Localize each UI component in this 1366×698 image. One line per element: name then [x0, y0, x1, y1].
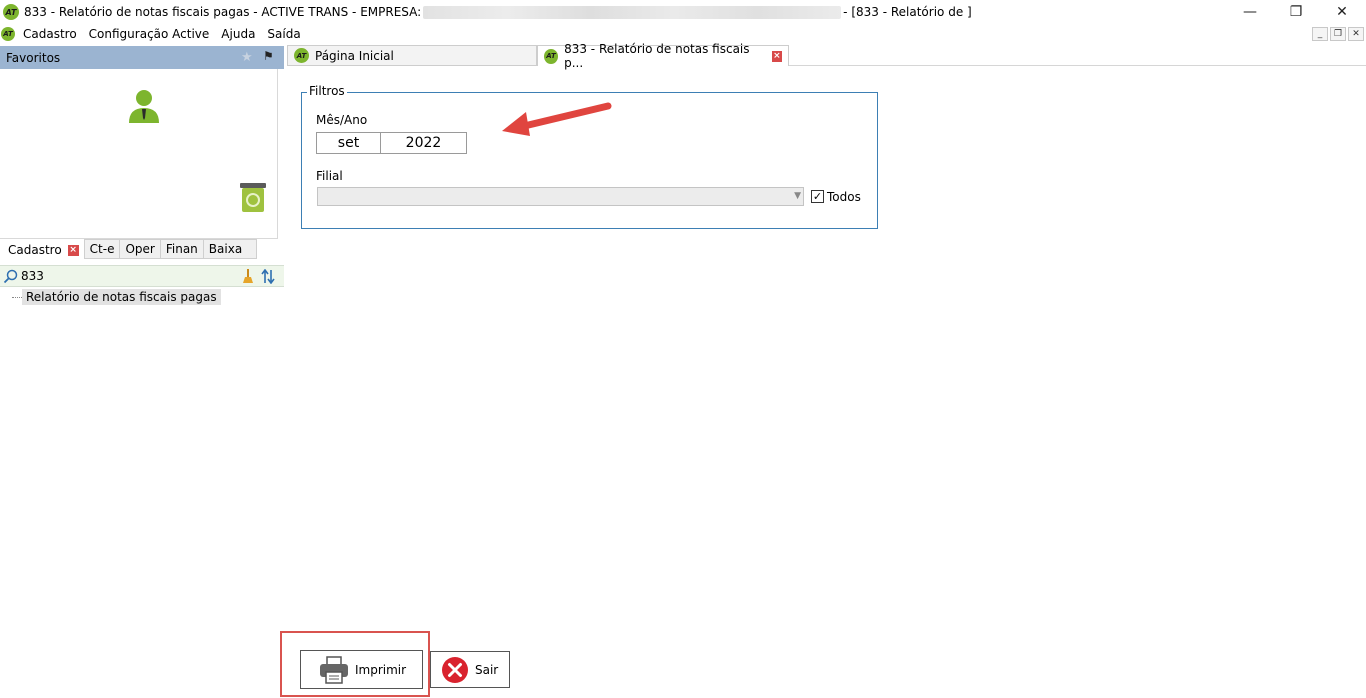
filial-select[interactable]: ▼: [317, 187, 804, 206]
chevron-down-icon[interactable]: ▼: [794, 191, 801, 201]
menu-saida[interactable]: Saída: [265, 27, 302, 41]
favorites-title: Favoritos: [6, 50, 61, 65]
tab-oper-label: Oper: [125, 242, 155, 256]
restore-button[interactable]: ❐: [1273, 0, 1319, 24]
todos-checkbox[interactable]: ✓: [811, 190, 824, 203]
tab-cadastro[interactable]: Cadastro ×: [0, 239, 84, 261]
filters-legend: Filtros: [307, 84, 347, 98]
broom-icon[interactable]: [241, 269, 255, 284]
tab-finan[interactable]: Finan: [160, 239, 204, 259]
month-field[interactable]: set: [316, 132, 381, 154]
exit-button-label: Sair: [475, 662, 499, 677]
menu-logo-icon: AT: [1, 27, 15, 41]
printer-icon: [320, 655, 348, 684]
search-icon: [3, 269, 18, 284]
tab-pagina-inicial[interactable]: AT Página Inicial: [287, 45, 537, 66]
tab-baixa[interactable]: Baixa: [203, 239, 258, 259]
close-tab-icon[interactable]: ×: [67, 244, 79, 256]
print-button[interactable]: Imprimir: [300, 650, 423, 689]
close-tab-icon[interactable]: ×: [771, 50, 782, 62]
title-bar: AT 833 - Relatório de notas fiscais paga…: [0, 0, 1366, 24]
tree-item-relatorio[interactable]: Relatório de notas fiscais pagas: [22, 289, 221, 305]
year-field[interactable]: 2022: [380, 132, 467, 154]
pin-icon[interactable]: ⚑: [263, 49, 274, 63]
close-circle-icon: [442, 656, 468, 683]
left-panel-tabs: Cadastro × Ct-e Oper Finan Baixa: [0, 239, 258, 261]
window-title: 833 - Relatório de notas fiscais pagas -…: [24, 5, 422, 19]
recycle-bin-icon[interactable]: [238, 181, 268, 213]
menu-ajuda[interactable]: Ajuda: [219, 27, 257, 41]
tree-connector: [12, 297, 22, 298]
filial-label: Filial: [316, 169, 343, 183]
redacted-company-name: [423, 5, 842, 19]
app-logo-icon: AT: [3, 4, 19, 20]
mdi-minimize-button[interactable]: _: [1312, 27, 1328, 41]
exit-button[interactable]: Sair: [430, 651, 510, 688]
annotation-arrow-icon: [502, 102, 612, 136]
menu-configuracao-active[interactable]: Configuração Active: [87, 27, 212, 41]
favorites-area: [0, 69, 278, 239]
tab-cte-label: Ct-e: [89, 242, 115, 256]
menu-cadastro[interactable]: Cadastro: [21, 27, 79, 41]
close-window-button[interactable]: ✕: [1319, 0, 1365, 24]
sort-icon[interactable]: [261, 269, 275, 284]
tab-relatorio[interactable]: AT 833 - Relatório de notas fiscais p...…: [537, 42, 789, 70]
mdi-close-button[interactable]: ✕: [1348, 27, 1364, 41]
mdi-restore-button[interactable]: ❐: [1330, 27, 1346, 41]
tab-relatorio-label: 833 - Relatório de notas fiscais p...: [564, 42, 750, 70]
tab-cte[interactable]: Ct-e: [83, 239, 121, 259]
menu-bar: AT Cadastro Configuração Active Ajuda Sa…: [0, 24, 1366, 44]
print-button-label: Imprimir: [355, 662, 407, 677]
document-tabs: AT Página Inicial AT 833 - Relatório de …: [287, 42, 789, 70]
star-icon[interactable]: ★: [241, 50, 253, 65]
tab-cadastro-label: Cadastro: [8, 243, 62, 257]
tab-logo-icon: AT: [544, 48, 559, 64]
tab-oper[interactable]: Oper: [120, 239, 161, 259]
window-title-suffix: - [833 - Relatório de ]: [843, 5, 972, 19]
todos-label: Todos: [827, 190, 861, 204]
tree-search-bar: 833: [0, 265, 284, 287]
tree-search-input[interactable]: 833: [21, 269, 44, 283]
user-icon[interactable]: [128, 89, 160, 123]
mes-ano-label: Mês/Ano: [316, 113, 368, 127]
favorites-header: Favoritos ★ ⚑: [0, 46, 284, 69]
minimize-button[interactable]: —: [1227, 0, 1273, 24]
tab-logo-icon: AT: [294, 48, 309, 63]
tab-baixa-label: Baixa: [208, 242, 243, 256]
tab-pagina-inicial-label: Página Inicial: [315, 48, 394, 63]
tab-finan-label: Finan: [165, 242, 198, 256]
